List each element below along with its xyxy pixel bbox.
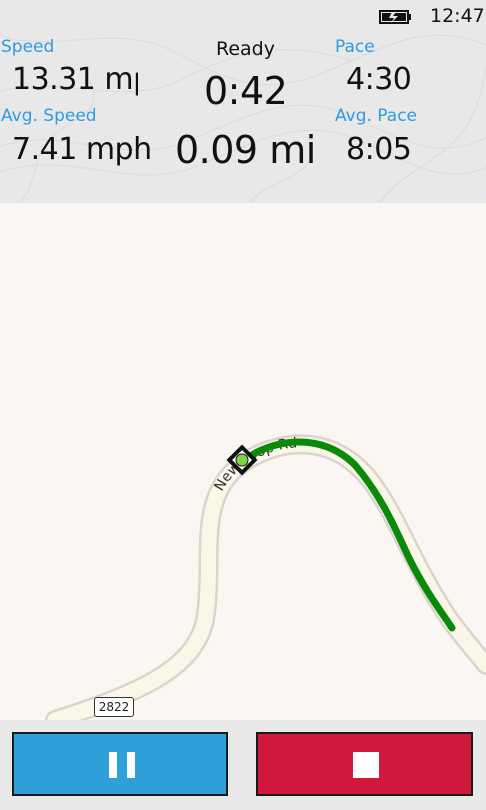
avg-pace-value: 8:05	[346, 132, 412, 167]
pace-value: 4:30	[346, 62, 412, 97]
pace-label: Pace	[335, 37, 375, 57]
workout-state: Ready	[216, 38, 275, 60]
battery-charging-icon	[379, 10, 411, 24]
clock: 12:47	[430, 5, 485, 27]
avg-speed-value: 7.41 mph	[12, 132, 152, 167]
stop-button[interactable]	[256, 732, 473, 796]
map-canvas: New Loop Rd	[45, 434, 486, 720]
distance-value: 0.09 mi	[175, 128, 316, 172]
status-bar: 12:47	[0, 0, 486, 32]
map-view[interactable]: New Loop Rd	[0, 203, 486, 720]
speed-value: 13.31 mph	[12, 62, 138, 97]
stop-icon	[353, 752, 379, 778]
avg-speed-label: Avg. Speed	[1, 106, 97, 126]
speed-label: Speed	[1, 37, 55, 57]
avg-pace-label: Avg. Pace	[335, 106, 418, 126]
road-shield: 2822	[94, 697, 134, 717]
pause-button[interactable]	[12, 732, 228, 796]
elapsed-time: 0:42	[204, 69, 288, 113]
